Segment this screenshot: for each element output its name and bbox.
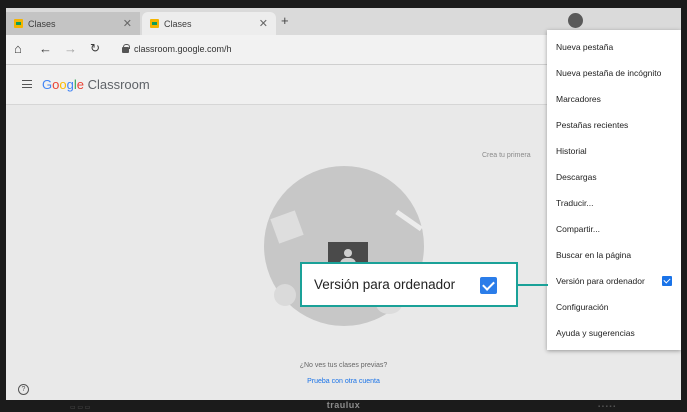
tab-clases-2[interactable]: Clases ✕ [142, 12, 276, 35]
paper-shape [270, 210, 304, 244]
create-class-hint: Crea tu primera [482, 152, 531, 159]
google-classroom-logo[interactable]: Google Classroom [42, 77, 150, 92]
forward-arrow-icon[interactable]: → [64, 41, 77, 56]
desktop-site-callout: Versión para ordenador [300, 262, 518, 307]
menu-item-history[interactable]: Historial [547, 138, 681, 164]
callout-label: Versión para ordenador [314, 277, 456, 292]
try-other-account-link[interactable]: Prueba con otra cuenta [6, 378, 681, 385]
new-tab-plus-icon[interactable]: + [281, 13, 289, 28]
menu-item-translate[interactable]: Traducir... [547, 190, 681, 216]
profile-avatar[interactable] [568, 13, 583, 28]
address-bar[interactable]: classroom.google.com/h [134, 44, 232, 54]
hamburger-menu-icon[interactable] [22, 80, 32, 88]
menu-item-downloads[interactable]: Descargas [547, 164, 681, 190]
display-frame: Clases ✕ Clases ✕ + ⌂ ← → ↻ classroom.go… [0, 0, 687, 412]
no-classes-text: ¿No ves tus clases previas? [299, 362, 388, 369]
tab-label: Clases [164, 18, 192, 29]
tab-clases-1[interactable]: Clases ✕ [6, 12, 140, 35]
tab-close-icon[interactable]: ✕ [123, 17, 132, 30]
home-icon[interactable]: ⌂ [14, 41, 22, 56]
tab-close-icon[interactable]: ✕ [259, 17, 268, 30]
desktop-site-checkbox-icon[interactable] [662, 276, 672, 286]
pencil-shape [395, 209, 423, 232]
reload-icon[interactable]: ↻ [90, 41, 100, 55]
menu-item-incognito[interactable]: Nueva pestaña de incógnito [547, 60, 681, 86]
lock-icon [122, 44, 130, 53]
bezel-brand-logo: traulux [326, 400, 361, 410]
menu-item-recent-tabs[interactable]: Pestañas recientes [547, 112, 681, 138]
menu-item-find-in-page[interactable]: Buscar en la página [547, 242, 681, 268]
callout-connector-line [518, 284, 548, 286]
tab-label: Clases [28, 18, 56, 29]
back-arrow-icon[interactable]: ← [39, 41, 52, 56]
browser-screen: Clases ✕ Clases ✕ + ⌂ ← → ↻ classroom.go… [6, 8, 681, 400]
callout-checkbox-icon [480, 277, 497, 294]
browser-options-menu: Nueva pestaña Nueva pestaña de incógnito… [547, 30, 681, 350]
ball-shape [274, 284, 296, 306]
help-icon[interactable]: ? [18, 384, 29, 395]
classroom-favicon-icon [150, 19, 159, 28]
menu-item-new-tab[interactable]: Nueva pestaña [547, 34, 681, 60]
menu-item-settings[interactable]: Configuración [547, 294, 681, 320]
menu-item-share[interactable]: Compartir... [547, 216, 681, 242]
menu-item-bookmarks[interactable]: Marcadores [547, 86, 681, 112]
menu-item-desktop-site[interactable]: Versión para ordenador [547, 268, 681, 294]
classroom-favicon-icon [14, 19, 23, 28]
menu-item-help[interactable]: Ayuda y sugerencias [547, 320, 681, 346]
bezel-controls-right: ▪ ▪ ▪ ▪ ▪ [598, 404, 616, 410]
